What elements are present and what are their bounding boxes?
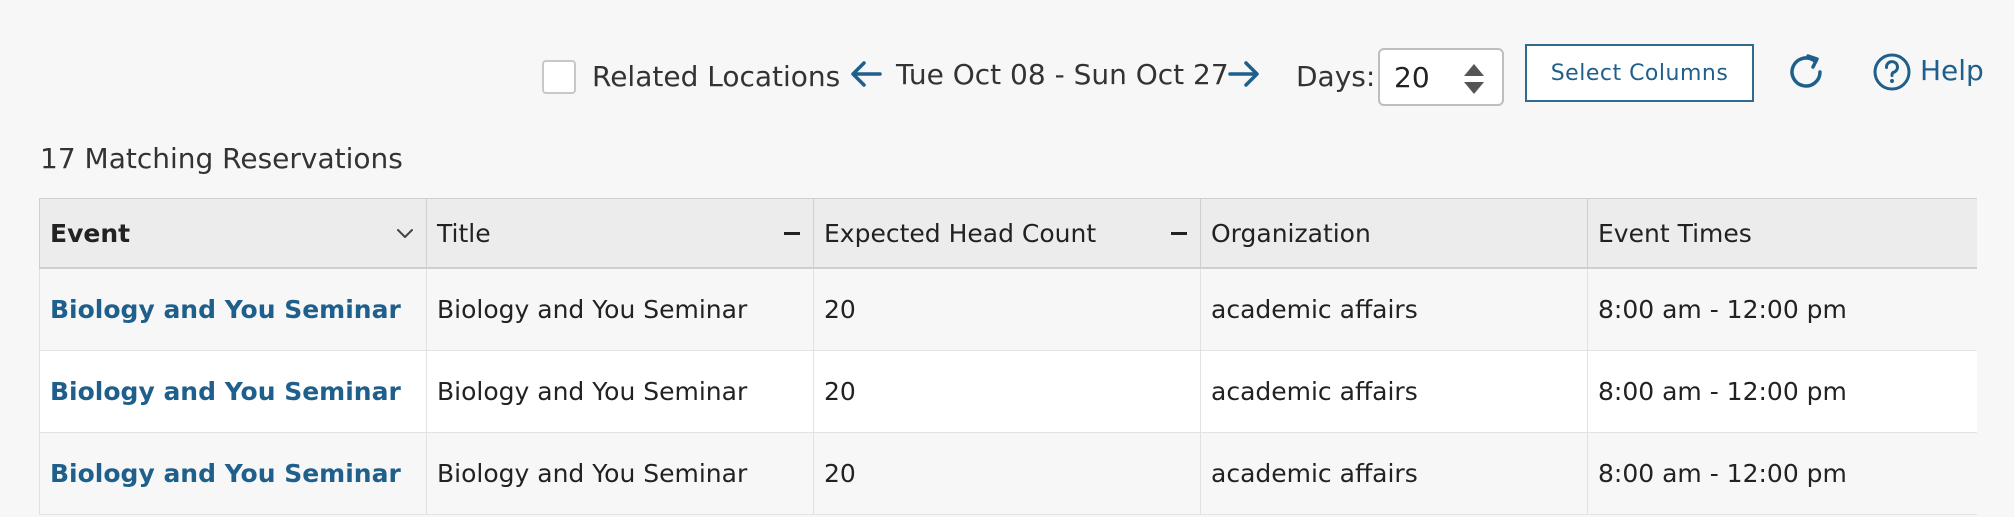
event-times-cell: 8:00 am - 12:00 pm (1587, 350, 1977, 433)
column-header-label: Event (50, 218, 131, 248)
column-header-head-count[interactable]: Expected Head Count (813, 198, 1201, 269)
days-label: Days: (1296, 60, 1376, 93)
related-locations-checkbox[interactable] (542, 60, 576, 94)
column-header-event-times[interactable]: Event Times (1587, 198, 1977, 269)
title-cell: Biology and You Seminar (426, 350, 814, 433)
column-header-label: Title (437, 218, 491, 248)
head-count-cell: 20 (813, 432, 1201, 515)
column-header-title[interactable]: Title (426, 198, 814, 269)
table-row: Biology and You Seminar Biology and You … (39, 432, 1977, 515)
date-range: Tue Oct 08 - Sun Oct 27 (896, 58, 1229, 91)
column-header-organization[interactable]: Organization (1200, 198, 1588, 269)
event-times-cell: 8:00 am - 12:00 pm (1587, 432, 1977, 515)
days-stepper[interactable]: 20 (1378, 48, 1504, 106)
reservations-page: Related Locations Tue Oct 08 - Sun Oct 2… (0, 0, 2014, 517)
event-link[interactable]: Biology and You Seminar (50, 459, 401, 488)
refresh-icon[interactable] (1784, 50, 1828, 94)
toolbar: Related Locations Tue Oct 08 - Sun Oct 2… (0, 44, 2014, 112)
head-count-cell: 20 (813, 350, 1201, 433)
spin-up-icon[interactable] (1464, 64, 1484, 76)
help-circle-icon[interactable] (1872, 52, 1912, 92)
column-header-label: Event Times (1598, 218, 1752, 248)
event-cell: Biology and You Seminar (39, 350, 427, 433)
minus-icon[interactable] (1168, 222, 1190, 244)
spin-down-icon[interactable] (1464, 82, 1484, 94)
arrow-left-icon[interactable] (848, 54, 884, 103)
related-locations-label[interactable]: Related Locations (592, 60, 840, 94)
minus-icon[interactable] (781, 222, 803, 244)
select-columns-button[interactable]: Select Columns (1525, 44, 1754, 102)
table-row: Biology and You Seminar Biology and You … (39, 350, 1977, 433)
arrow-right-icon[interactable] (1226, 54, 1262, 103)
help-link[interactable]: Help (1920, 54, 1984, 88)
matching-count: 17 Matching Reservations (40, 142, 403, 175)
event-cell: Biology and You Seminar (39, 432, 427, 515)
reservations-table: Event Title Expected Head Count Organiza… (39, 198, 1977, 517)
organization-cell: academic affairs (1200, 432, 1588, 515)
column-header-label: Organization (1211, 218, 1371, 248)
chevron-down-icon[interactable] (394, 222, 416, 244)
column-header-event[interactable]: Event (39, 198, 427, 269)
table-row: Biology and You Seminar Biology and You … (39, 268, 1977, 351)
organization-cell: academic affairs (1200, 268, 1588, 351)
head-count-cell: 20 (813, 268, 1201, 351)
title-cell: Biology and You Seminar (426, 268, 814, 351)
event-link[interactable]: Biology and You Seminar (50, 295, 401, 324)
table-header-row: Event Title Expected Head Count Organiza… (39, 198, 1977, 269)
spinner-icon[interactable] (1464, 62, 1484, 96)
organization-cell: academic affairs (1200, 350, 1588, 433)
event-times-cell: 8:00 am - 12:00 pm (1587, 268, 1977, 351)
title-cell: Biology and You Seminar (426, 432, 814, 515)
event-cell: Biology and You Seminar (39, 268, 427, 351)
event-link[interactable]: Biology and You Seminar (50, 377, 401, 406)
column-header-label: Expected Head Count (824, 218, 1097, 248)
days-value[interactable]: 20 (1394, 62, 1430, 94)
